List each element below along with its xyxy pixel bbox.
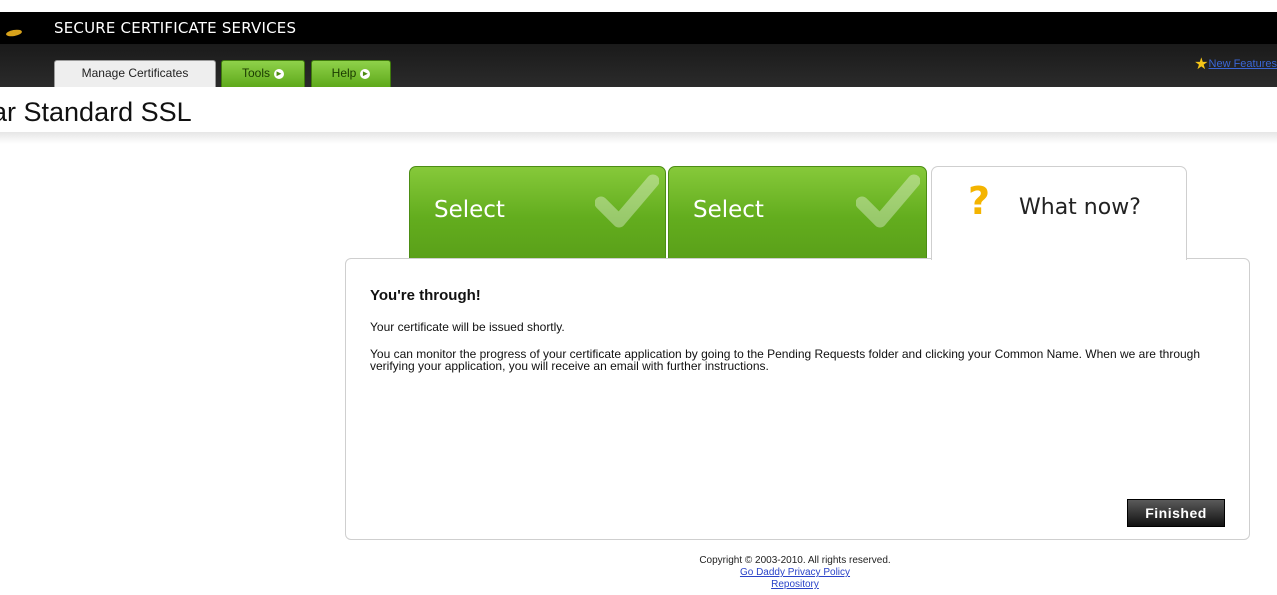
wizard-step-3: ? What now? xyxy=(931,166,1187,260)
checkmark-icon xyxy=(595,174,659,228)
privacy-policy-link[interactable]: Go Daddy Privacy Policy xyxy=(660,567,930,579)
star-icon: ★ xyxy=(1194,56,1209,73)
content-paragraph-2: You can monitor the progress of your cer… xyxy=(370,347,1201,373)
repository-link[interactable]: Repository xyxy=(660,579,930,591)
content-panel: You're through! Your certificate will be… xyxy=(345,258,1250,540)
copyright-text: Copyright © 2003-2010. All rights reserv… xyxy=(699,555,891,566)
title-divider xyxy=(0,132,1277,144)
app-title: SECURE CERTIFICATE SERVICES xyxy=(54,19,297,37)
tab-help[interactable]: Help ► xyxy=(311,60,391,87)
logo-icon xyxy=(5,28,23,38)
footer: Copyright © 2003-2010. All rights reserv… xyxy=(660,555,930,591)
arrow-right-icon: ► xyxy=(274,68,284,79)
arrow-right-icon: ► xyxy=(360,68,371,79)
step-label: What now? xyxy=(1019,195,1141,220)
wizard-step-1: Select xyxy=(409,166,666,260)
tab-tools[interactable]: Tools ► xyxy=(221,60,305,87)
new-features-label: New Features xyxy=(1208,58,1277,70)
finished-button[interactable]: Finished xyxy=(1127,499,1225,527)
checkmark-icon xyxy=(856,174,920,228)
wizard-step-2: Select xyxy=(668,166,927,260)
question-mark-icon: ? xyxy=(968,179,991,223)
tab-label: Manage Certificates xyxy=(81,66,189,80)
new-features-link[interactable]: ★New Features xyxy=(1194,54,1277,74)
step-label: Select xyxy=(434,197,505,223)
page-title: ar Standard SSL xyxy=(0,97,192,127)
tab-label: Tools xyxy=(241,66,270,80)
step-label: Select xyxy=(693,197,764,223)
content-heading: You're through! xyxy=(370,287,481,304)
tab-label: Help xyxy=(331,66,357,80)
content-paragraph-1: Your certificate will be issued shortly. xyxy=(370,320,565,334)
tab-manage-certificates[interactable]: Manage Certificates xyxy=(54,60,216,87)
